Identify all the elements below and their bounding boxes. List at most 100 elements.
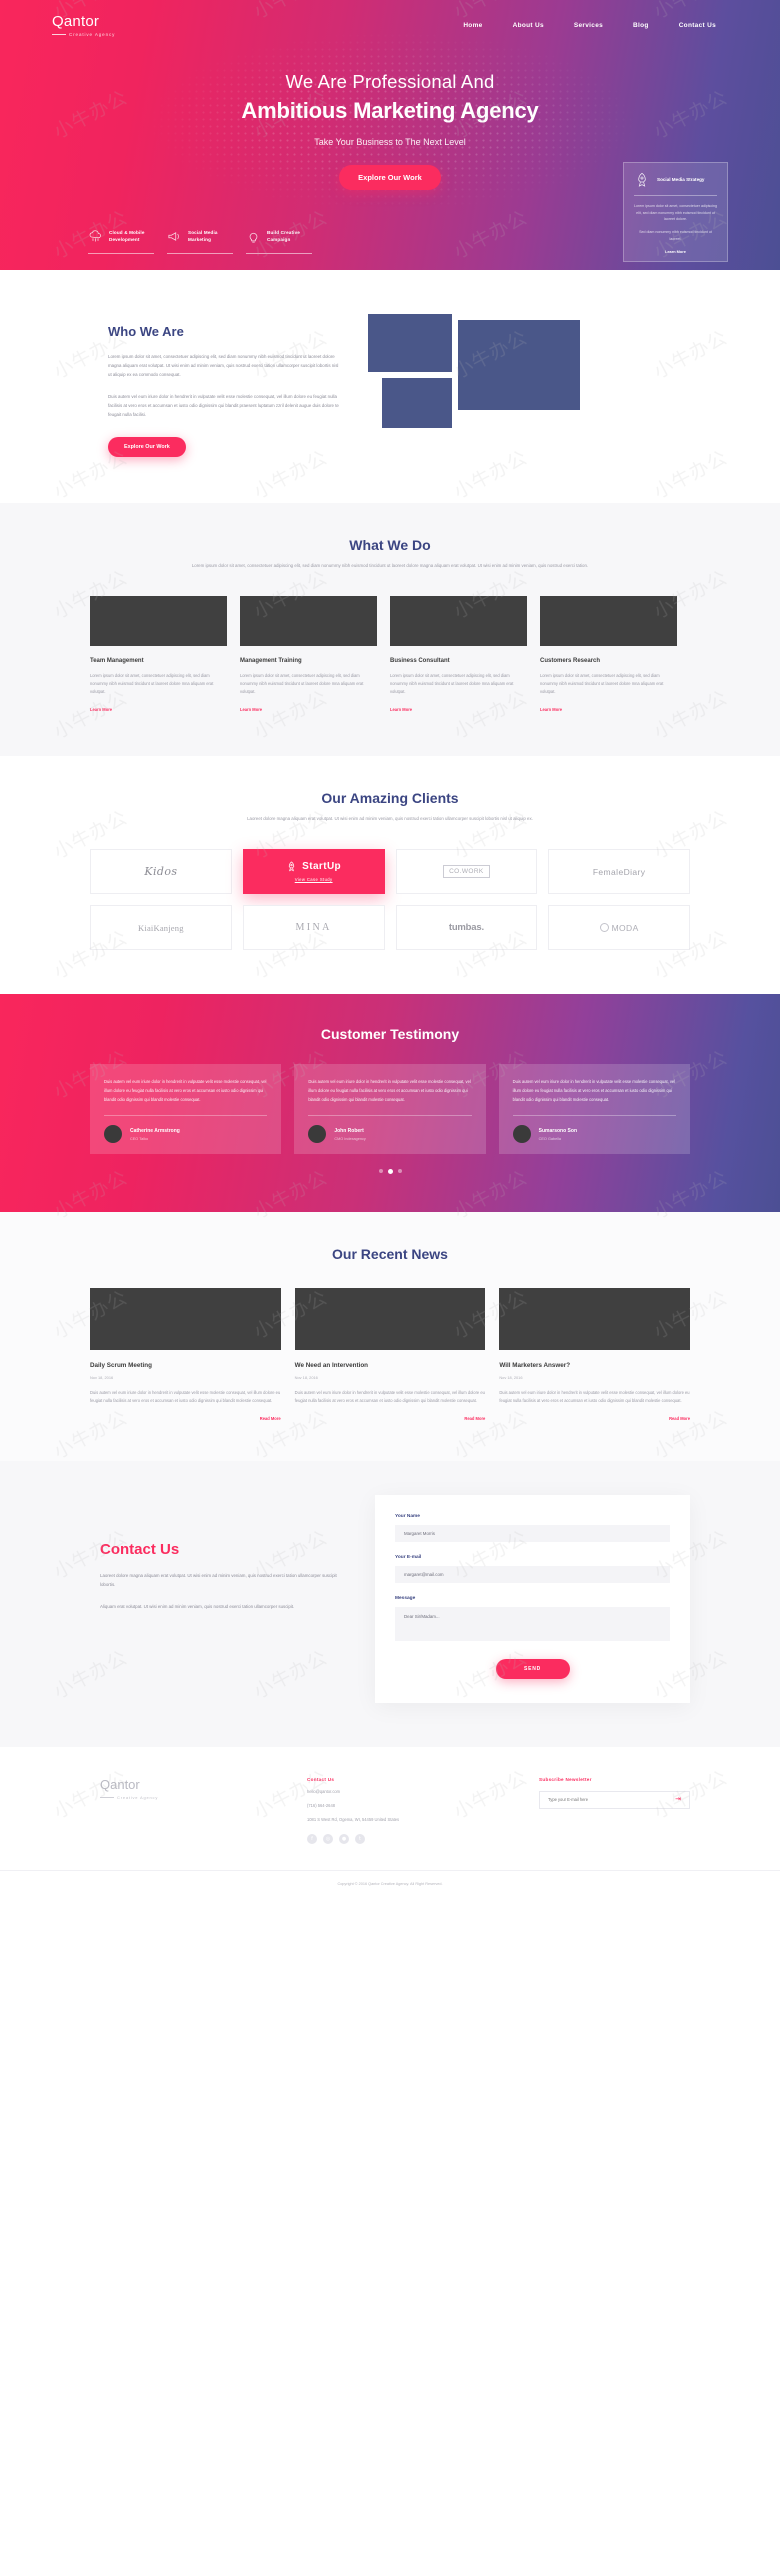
hero-service-rule xyxy=(246,253,312,254)
dribbble-icon[interactable]: ● xyxy=(339,1834,349,1845)
nav-item-about-us[interactable]: About Us xyxy=(513,22,544,29)
service-card[interactable]: Management Training Lorem ipsum dolor si… xyxy=(240,595,377,717)
news-card[interactable]: Will Marketers Answer? Nov 18, 2016 Duis… xyxy=(499,1288,691,1421)
newsletter-email-input[interactable] xyxy=(548,1797,676,1803)
rocket-icon xyxy=(286,861,297,872)
recent-news-title: Our Recent News xyxy=(332,1246,448,1263)
service-card-title: Team Management xyxy=(90,657,144,664)
hero-card-learn-more-link[interactable]: Learn More xyxy=(634,249,717,254)
service-card[interactable]: Customers Research Lorem ipsum dolor sit… xyxy=(540,595,677,717)
service-card-image xyxy=(90,595,227,646)
testimony-author-role: CEO Gabella xyxy=(538,1136,562,1141)
service-card-body: Lorem ipsum dolor sit amet, consectetuer… xyxy=(240,672,364,694)
news-card-title: Will Marketers Answer? xyxy=(499,1362,571,1370)
hero-service-item[interactable]: Social Media Marketing xyxy=(167,225,246,254)
footer-contact-column: Contact Us hello@qantor.com (716) 564-26… xyxy=(307,1777,517,1845)
carousel-dot[interactable] xyxy=(397,1169,402,1174)
service-card-title: Business Consultant xyxy=(390,657,450,664)
footer-email[interactable]: hello@qantor.com xyxy=(307,1789,517,1796)
footer-logo-tagline: Creative Agency xyxy=(100,1795,285,1800)
news-card-read-more-link[interactable]: Read More xyxy=(295,1416,485,1421)
footer-newsletter-heading: Subscribe Newsletter xyxy=(539,1776,592,1782)
megaphone-icon xyxy=(167,229,182,244)
name-input[interactable] xyxy=(395,1524,670,1542)
service-card-title: Customers Research xyxy=(540,657,601,664)
hero-headline-bold: Ambitious Marketing Agency xyxy=(241,98,539,123)
name-field-label: Your Name xyxy=(395,1513,420,1519)
testimony-card: Duis autem vel eum iriure dolor in hendr… xyxy=(498,1064,690,1155)
service-card-image xyxy=(240,595,377,646)
who-we-are-images xyxy=(368,314,690,444)
twitter-icon[interactable]: t xyxy=(355,1834,365,1845)
explore-our-work-button[interactable]: Explore Our Work xyxy=(339,165,441,190)
hero-services-list: Cloud & Mobile Development Social Media … xyxy=(88,225,325,254)
social-media-strategy-card[interactable]: Social Media Strategy Lorem ipsum dolor … xyxy=(623,162,728,262)
service-card-learn-more-link[interactable]: Learn More xyxy=(390,707,412,712)
client-logo-kiaikanjeng[interactable]: KiaiKanjeng xyxy=(90,905,232,951)
hero-service-item[interactable]: Cloud & Mobile Development xyxy=(88,225,167,254)
client-logo-femalediary[interactable]: FemaleDiary xyxy=(548,849,690,895)
news-cards: Daily Scrum Meeting Nov 18, 2016 Duis au… xyxy=(90,1288,691,1421)
testimony-author-name: Catherine Armstrong xyxy=(130,1127,180,1134)
service-card[interactable]: Business Consultant Lorem ipsum dolor si… xyxy=(390,595,527,717)
client-logo-tumbas[interactable]: tumbas. xyxy=(395,905,538,951)
clients-section: Our Amazing Clients Laoreet dolore magna… xyxy=(0,756,780,995)
instagram-icon[interactable]: ◎ xyxy=(323,1834,333,1845)
copyright-text: Copyright © 2016 Qantor Creative Agency.… xyxy=(0,1870,780,1898)
client-logo-moda-label: MODA xyxy=(611,922,639,933)
client-logo-startup[interactable]: StartUp View Case Study xyxy=(242,849,385,895)
news-card-image xyxy=(294,1288,486,1351)
service-card-learn-more-link[interactable]: Learn More xyxy=(240,707,262,712)
testimony-divider xyxy=(104,1115,268,1117)
testimony-author-name: Sumarsono Son xyxy=(538,1127,577,1134)
what-we-do-cards: Team Management Lorem ipsum dolor sit am… xyxy=(90,595,690,717)
testimony-cards: Duis autem vel eum iriure dolor in hendr… xyxy=(90,1064,690,1155)
service-card-learn-more-link[interactable]: Learn More xyxy=(90,707,112,712)
facebook-icon[interactable]: f xyxy=(307,1834,317,1845)
client-logo-mina[interactable]: MINA xyxy=(242,905,385,951)
news-card-title: Daily Scrum Meeting xyxy=(90,1362,152,1370)
footer-logo-text: Qantor xyxy=(100,1776,140,1792)
testimony-title: Customer Testimony xyxy=(320,1026,460,1043)
footer-phone[interactable]: (716) 564-2648 xyxy=(307,1803,517,1810)
message-textarea[interactable]: Dear Sir/Madam... xyxy=(395,1606,670,1641)
news-card-read-more-link[interactable]: Read More xyxy=(90,1416,281,1421)
who-explore-our-work-button[interactable]: Explore Our Work xyxy=(108,437,186,458)
footer: Qantor Creative Agency Contact Us hello@… xyxy=(0,1746,780,1899)
testimony-divider xyxy=(512,1115,676,1117)
service-card-learn-more-link[interactable]: Learn More xyxy=(540,707,562,712)
nav-item-contact-us[interactable]: Contact Us xyxy=(679,22,716,29)
email-input[interactable] xyxy=(395,1565,670,1583)
carousel-dot-active[interactable] xyxy=(387,1169,393,1175)
nav-item-home[interactable]: Home xyxy=(463,22,482,29)
hero-card-paragraph-1: Lorem ipsum dolor sit amet, consectetuer… xyxy=(634,204,717,222)
carousel-pagination[interactable] xyxy=(90,1169,690,1175)
carousel-dot[interactable] xyxy=(378,1169,383,1174)
logo-tagline: Creative Agency xyxy=(52,32,115,37)
send-button[interactable]: SEND xyxy=(495,1658,570,1679)
news-card[interactable]: Daily Scrum Meeting Nov 18, 2016 Duis au… xyxy=(90,1288,281,1421)
service-card-image xyxy=(390,595,527,646)
contact-title: Contact Us xyxy=(100,1540,180,1558)
clients-grid: Kidos StartUp View Case Study CO.WORK Fe… xyxy=(90,849,690,951)
logo[interactable]: Qantor Creative Agency xyxy=(52,13,115,37)
view-case-study-link[interactable]: View Case Study xyxy=(295,877,333,882)
client-logo-moda[interactable]: MODA xyxy=(548,905,690,951)
service-card-body: Lorem ipsum dolor sit amet, consectetuer… xyxy=(390,672,514,694)
footer-social-links: f ◎ ● t xyxy=(307,1834,517,1845)
logo-dash xyxy=(52,34,66,35)
cloud-icon xyxy=(88,229,103,244)
hero-service-item[interactable]: Build Creative Campaign xyxy=(246,225,325,254)
what-we-do-description: Lorem ipsum dolor sit amet, consectetuer… xyxy=(191,563,589,569)
client-logo-cowork[interactable]: CO.WORK xyxy=(395,849,538,895)
service-card[interactable]: Team Management Lorem ipsum dolor sit am… xyxy=(90,595,227,717)
footer-brand: Qantor Creative Agency xyxy=(100,1777,285,1845)
news-card[interactable]: We Need an Intervention Nov 18, 2016 Dui… xyxy=(294,1288,486,1421)
client-logo-kidos[interactable]: Kidos xyxy=(90,849,232,895)
clients-description: Laoreet dolore magna aliquam erat volutp… xyxy=(247,816,533,822)
nav-item-services[interactable]: Services xyxy=(574,22,603,29)
who-we-are-title: Who We Are xyxy=(108,324,184,339)
news-card-read-more-link[interactable]: Read More xyxy=(499,1416,690,1421)
nav-item-blog[interactable]: Blog xyxy=(633,22,649,29)
arrow-right-icon[interactable]: ⇥ xyxy=(675,1796,681,1803)
